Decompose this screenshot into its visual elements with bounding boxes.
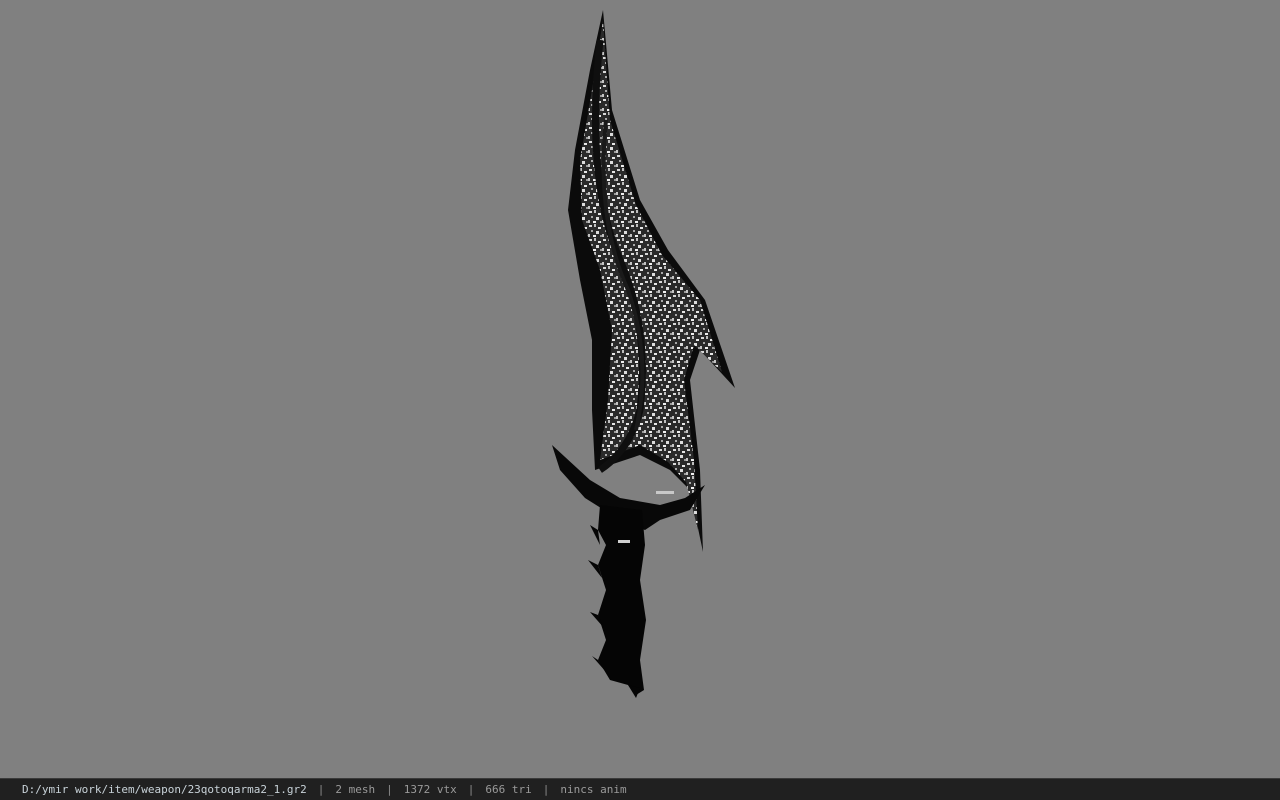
vertex-count-label: 1372 vtx (403, 783, 457, 796)
handle-highlight (618, 540, 630, 543)
status-bar: D:/ymir work/item/weapon/23qotoqarma2_1.… (0, 778, 1280, 800)
mesh-count-label: 2 mesh (335, 783, 376, 796)
animation-status-label: nincs anim (560, 783, 627, 796)
file-path-label: D:/ymir work/item/weapon/23qotoqarma2_1.… (22, 783, 307, 796)
model-viewport[interactable] (0, 0, 1280, 778)
status-separator: | (386, 783, 393, 796)
triangle-count-label: 666 tri (485, 783, 532, 796)
status-separator: | (467, 783, 475, 796)
status-separator: | (317, 783, 325, 796)
weapon-model (552, 10, 735, 698)
guard-highlight (656, 491, 674, 494)
handle (598, 505, 646, 695)
status-separator: | (542, 783, 550, 796)
